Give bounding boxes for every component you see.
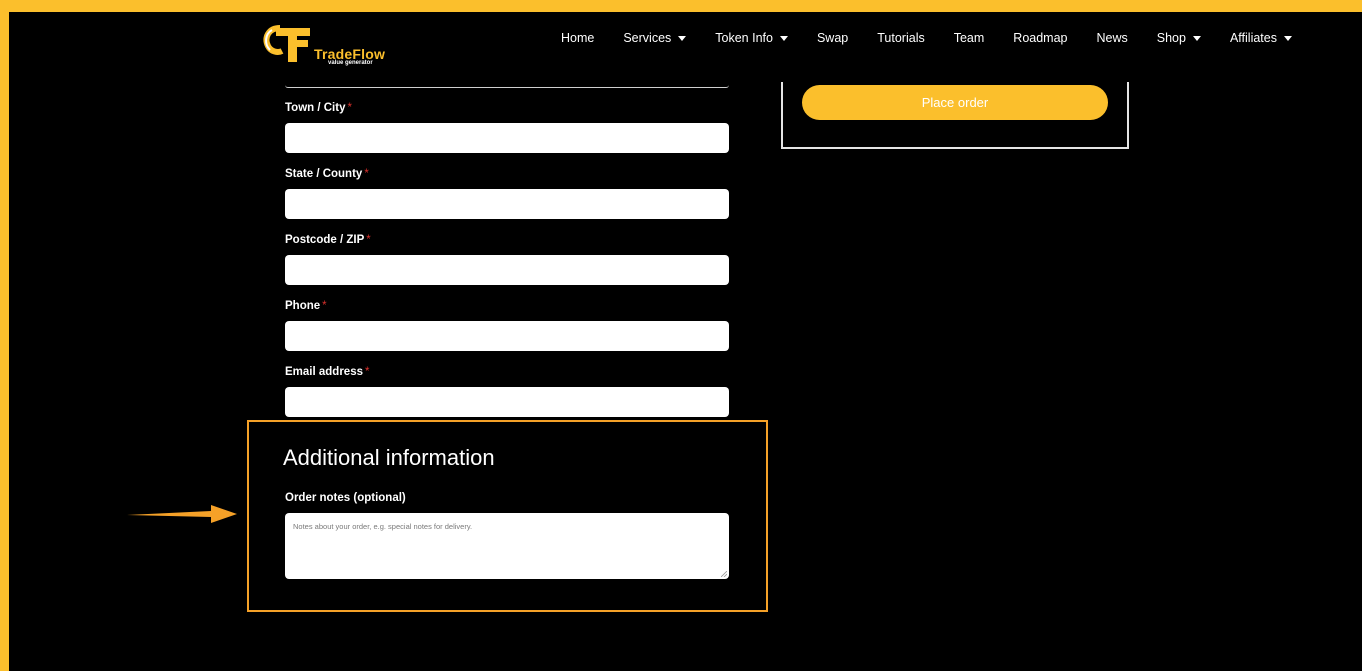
phone-label: Phone * [285, 300, 327, 312]
email-label-text: Email address [285, 366, 363, 378]
order-notes-textarea[interactable]: Notes about your order, e.g. special not… [285, 513, 729, 579]
postcode-label: Postcode / ZIP * [285, 234, 371, 246]
nav-item-home[interactable]: Home [561, 31, 594, 45]
email-field[interactable] [285, 387, 729, 417]
main-nav: Home Services Token Info Swap Tutorials … [561, 31, 1292, 45]
chevron-down-icon [779, 35, 788, 41]
nav-item-affiliates[interactable]: Affiliates [1230, 31, 1292, 45]
page-frame: TradeFlow value generator Home Services … [9, 12, 1362, 671]
nav-label: Services [623, 31, 672, 45]
chevron-down-icon [1283, 35, 1292, 41]
previous-field-edge [285, 85, 729, 88]
brand-logo[interactable]: TradeFlow value generator [250, 12, 400, 66]
chevron-down-icon [678, 35, 687, 41]
nav-item-shop[interactable]: Shop [1157, 31, 1201, 45]
nav-label: Swap [816, 31, 849, 45]
arrow-right-icon [127, 505, 237, 523]
nav-item-tutorials[interactable]: Tutorials [877, 31, 924, 45]
nav-item-swap[interactable]: Swap [817, 31, 848, 45]
required-marker: * [322, 300, 327, 312]
nav-label: Token Info [715, 31, 773, 45]
town-label-text: Town / City [285, 102, 346, 114]
email-label: Email address * [285, 366, 369, 378]
resize-handle-icon[interactable] [721, 571, 727, 577]
state-label: State / County * [285, 168, 369, 180]
required-marker: * [366, 234, 371, 246]
nav-label: Affiliates [1229, 31, 1277, 45]
nav-label: Shop [1156, 31, 1186, 45]
order-notes-label: Order notes (optional) [285, 492, 406, 504]
chevron-down-icon [1192, 35, 1201, 41]
postcode-field[interactable] [285, 255, 729, 285]
nav-label: Team [953, 31, 985, 45]
brand-tagline: value generator [328, 60, 373, 66]
nav-item-services[interactable]: Services [623, 31, 687, 45]
place-order-button[interactable]: Place order [802, 85, 1108, 120]
nav-item-token-info[interactable]: Token Info [715, 31, 788, 45]
postcode-label-text: Postcode / ZIP [285, 234, 365, 246]
phone-label-text: Phone [285, 300, 321, 312]
nav-label: Home [561, 31, 595, 45]
tradeflow-logo-icon [263, 25, 310, 62]
town-field[interactable] [285, 123, 729, 153]
nav-item-news[interactable]: News [1097, 31, 1128, 45]
nav-label: Roadmap [1013, 31, 1068, 45]
phone-field[interactable] [285, 321, 729, 351]
state-field[interactable] [285, 189, 729, 219]
required-marker: * [364, 366, 370, 378]
additional-info-title: Additional information [283, 445, 495, 470]
required-marker: * [364, 168, 369, 180]
nav-item-team[interactable]: Team [954, 31, 985, 45]
order-notes-placeholder: Notes about your order, e.g. special not… [293, 522, 473, 531]
nav-label: Tutorials [877, 31, 925, 45]
required-marker: * [347, 102, 352, 114]
town-label: Town / City * [285, 102, 352, 114]
nav-label: News [1096, 31, 1128, 45]
nav-item-roadmap[interactable]: Roadmap [1013, 31, 1067, 45]
state-label-text: State / County [285, 168, 363, 180]
